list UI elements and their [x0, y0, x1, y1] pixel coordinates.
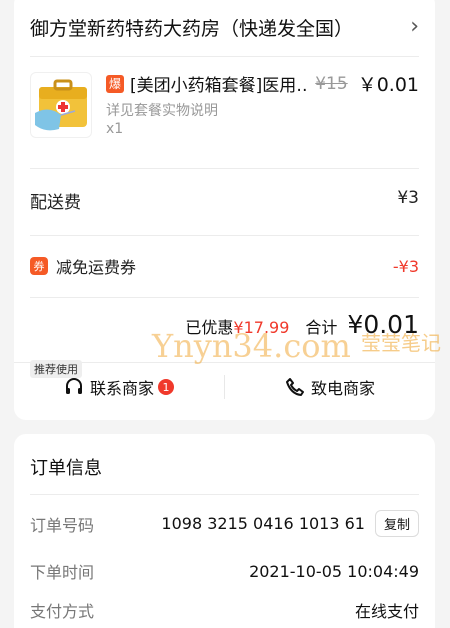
divider — [30, 235, 419, 236]
order-time-row: 下单时间 2021-10-05 10:04:49 — [30, 559, 419, 583]
watermark: Ynyn34.com 莹莹笔记 — [152, 327, 441, 365]
product-price: ￥0.01 — [357, 74, 419, 96]
hot-badge: 爆 — [106, 74, 124, 93]
order-number-value: 1098 3215 0416 1013 61 — [161, 514, 365, 533]
chevron-right-icon[interactable]: › — [410, 15, 419, 38]
payment-method-label: 支付方式 — [30, 602, 95, 621]
product-quantity: x1 — [106, 121, 124, 137]
call-merchant-button[interactable]: 致电商家 — [225, 365, 435, 409]
delivery-fee-row: 配送费 ¥3 — [30, 188, 419, 213]
watermark-tag: 莹莹笔记 — [361, 331, 442, 355]
payment-method-value: 在线支付 — [354, 602, 419, 621]
unread-badge: 1 — [158, 379, 174, 395]
call-merchant-label: 致电商家 — [310, 379, 375, 398]
shop-header[interactable]: 御方堂新药特药大药房（快递发全国） › — [30, 14, 419, 41]
medicine-kit-icon — [35, 79, 87, 131]
copy-button[interactable]: 复制 — [374, 510, 419, 537]
order-info-card: 订单信息 订单号码 1098 3215 0416 1013 61 复制 下单时间… — [14, 434, 435, 628]
coupon-row[interactable]: 券 减免运费券 -¥3 — [30, 254, 419, 278]
order-summary-card: 御方堂新药特药大药房（快递发全国） › 爆 [美团小药箱套餐]医用… ¥15 ￥… — [14, 0, 441, 420]
order-number-row: 订单号码 1098 3215 0416 1013 61 复制 — [30, 510, 419, 537]
order-info-title: 订单信息 — [30, 458, 102, 479]
product-title: [美团小药箱套餐]医用… — [130, 76, 310, 96]
divider — [30, 297, 419, 298]
headset-icon — [64, 377, 84, 397]
divider — [30, 494, 419, 495]
payment-method-row: 支付方式 在线支付 — [30, 598, 419, 622]
coupon-amount: -¥3 — [392, 256, 419, 276]
contact-merchant-label: 联系商家 — [89, 379, 154, 398]
delivery-fee-label: 配送费 — [30, 193, 81, 213]
product-image[interactable] — [30, 72, 92, 138]
order-time-label: 下单时间 — [30, 563, 95, 582]
original-price: ¥15 — [315, 73, 348, 94]
phone-icon — [285, 377, 305, 397]
contact-merchant-button[interactable]: 联系商家 1 — [14, 365, 224, 409]
shop-name: 御方堂新药特药大药房（快递发全国） — [30, 18, 354, 40]
merchant-actions: 联系商家 1 致电商家 — [14, 365, 435, 409]
product-title-row[interactable]: 爆 [美团小药箱套餐]医用… ¥15 ￥0.01 — [106, 70, 419, 97]
coupon-icon: 券 — [30, 257, 48, 275]
product-subtitle: 详见套餐实物说明 — [106, 103, 218, 119]
watermark-text: Ynyn34.com — [152, 327, 351, 365]
coupon-label: 减免运费券 — [56, 258, 137, 277]
divider — [30, 168, 419, 169]
order-number-label: 订单号码 — [30, 515, 95, 535]
order-time-value: 2021-10-05 10:04:49 — [249, 561, 419, 581]
delivery-fee-value: ¥3 — [397, 188, 419, 208]
divider — [30, 56, 419, 57]
